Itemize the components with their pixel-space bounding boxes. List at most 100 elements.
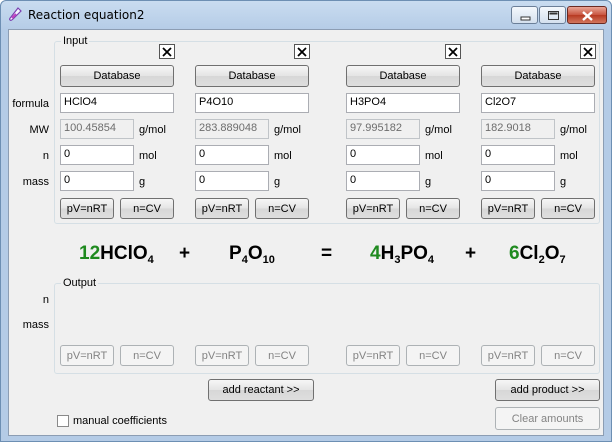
close-button[interactable] [567,6,607,24]
mw-label: MW [29,124,49,136]
mass-unit-1: g [139,176,146,188]
n-field-1[interactable]: 0 [60,145,134,165]
formula-field-2[interactable]: P4O10 [195,93,309,113]
mass-field-2[interactable]: 0 [195,171,269,191]
mw-field-2: 283.889048 [195,119,269,139]
input-group-label: Input [61,35,90,47]
formula-subscript: 7 [559,254,566,266]
formula-field-1[interactable]: HClO4 [60,93,174,113]
mass-field-3[interactable]: 0 [346,171,420,191]
formula-field-3[interactable]: H3PO4 [346,93,460,113]
remove-compound-2-button[interactable] [294,44,310,59]
mw-field-1: 100.45854 [60,119,134,139]
mass-unit-4: g [560,176,567,188]
client-area: Input formula MW n mass Database HClO4 1… [8,29,604,436]
n-cv-button-1[interactable]: n=CV [120,198,174,219]
output-pv-nrt-button-4[interactable]: pV=nRT [481,345,535,366]
close-icon [583,47,593,57]
formula-label: formula [12,98,49,110]
remove-compound-1-button[interactable] [159,44,175,59]
mass-field-1[interactable]: 0 [60,171,134,191]
formula-part: HClO [100,243,148,264]
close-icon [162,47,172,57]
output-n-cv-button-2[interactable]: n=CV [255,345,309,366]
n-cv-button-2[interactable]: n=CV [255,198,309,219]
n-unit-4: mol [560,150,578,162]
manual-coefficients-label: manual coefficients [73,415,167,427]
add-reactant-button[interactable]: add reactant >> [208,379,314,401]
minimize-button[interactable] [511,6,538,24]
output-n-cv-button-3[interactable]: n=CV [406,345,460,366]
output-pv-nrt-button-2[interactable]: pV=nRT [195,345,249,366]
mw-field-4: 182.9018 [481,119,555,139]
coefficient-3: 4 [370,243,381,264]
mass-field-4[interactable]: 0 [481,171,555,191]
mass-label: mass [22,176,49,188]
n-unit-1: mol [139,150,157,162]
formula-field-4[interactable]: Cl2O7 [481,93,595,113]
equation-term-3: 4H3PO4 [370,243,434,266]
formula-part: PO [400,243,428,264]
pv-nrt-button-2[interactable]: pV=nRT [195,198,249,219]
output-pv-nrt-button-1[interactable]: pV=nRT [60,345,114,366]
pv-nrt-button-3[interactable]: pV=nRT [346,198,400,219]
equation-term-2: P4O10 [229,243,275,266]
plus-operator-1: + [179,243,191,264]
coefficient-1: 12 [79,243,101,264]
formula-part: Cl [519,243,539,264]
remove-compound-3-button[interactable] [445,44,461,59]
add-product-button[interactable]: add product >> [495,379,600,401]
n-field-4[interactable]: 0 [481,145,555,165]
window-title: Reaction equation2 [28,8,145,22]
formula-part: O [247,243,263,264]
output-n-cv-button-4[interactable]: n=CV [541,345,595,366]
close-icon [448,47,458,57]
mass-unit-3: g [425,176,432,188]
output-group-label: Output [61,277,99,289]
test-tube-icon [7,7,23,23]
formula-subscript: 4 [147,254,154,266]
database-button-1[interactable]: Database [60,65,174,87]
n-unit-2: mol [274,150,292,162]
database-button-4[interactable]: Database [481,65,595,87]
mw-unit-1: g/mol [139,124,166,136]
pv-nrt-button-4[interactable]: pV=nRT [481,198,535,219]
formula-part: H [380,243,395,264]
output-pv-nrt-button-3[interactable]: pV=nRT [346,345,400,366]
n-field-2[interactable]: 0 [195,145,269,165]
maximize-button[interactable] [539,6,566,24]
mw-field-3: 97.995182 [346,119,420,139]
n-unit-3: mol [425,150,443,162]
n-cv-button-4[interactable]: n=CV [541,198,595,219]
mw-unit-2: g/mol [274,124,301,136]
output-mass-label: mass [22,319,49,331]
minimize-icon [520,16,531,21]
formula-subscript: 4 [427,254,435,266]
close-icon [297,47,307,57]
plus-operator-2: + [465,243,477,264]
app-window: Reaction equation2 Input formula MW n ma… [0,0,612,442]
database-button-3[interactable]: Database [346,65,460,87]
equals-operator: = [321,243,333,264]
close-icon [582,11,593,21]
formula-part: P [229,243,242,264]
n-label: n [42,150,49,162]
clear-amounts-button[interactable]: Clear amounts [495,407,600,430]
formula-part: O [544,243,560,264]
manual-coefficients-checkbox[interactable] [57,415,69,427]
coefficient-4: 6 [509,243,520,264]
formula-subscript: 10 [262,254,275,266]
mw-unit-3: g/mol [425,124,452,136]
equation-term-1: 12HClO4 [79,243,154,266]
equation-term-4: 6Cl2O7 [509,243,566,266]
mass-unit-2: g [274,176,281,188]
n-field-3[interactable]: 0 [346,145,420,165]
n-cv-button-3[interactable]: n=CV [406,198,460,219]
title-bar[interactable]: Reaction equation2 [1,1,611,29]
database-button-2[interactable]: Database [195,65,309,87]
output-n-label: n [42,294,49,306]
pv-nrt-button-1[interactable]: pV=nRT [60,198,114,219]
remove-compound-4-button[interactable] [580,44,596,59]
output-n-cv-button-1[interactable]: n=CV [120,345,174,366]
mw-unit-4: g/mol [560,124,587,136]
